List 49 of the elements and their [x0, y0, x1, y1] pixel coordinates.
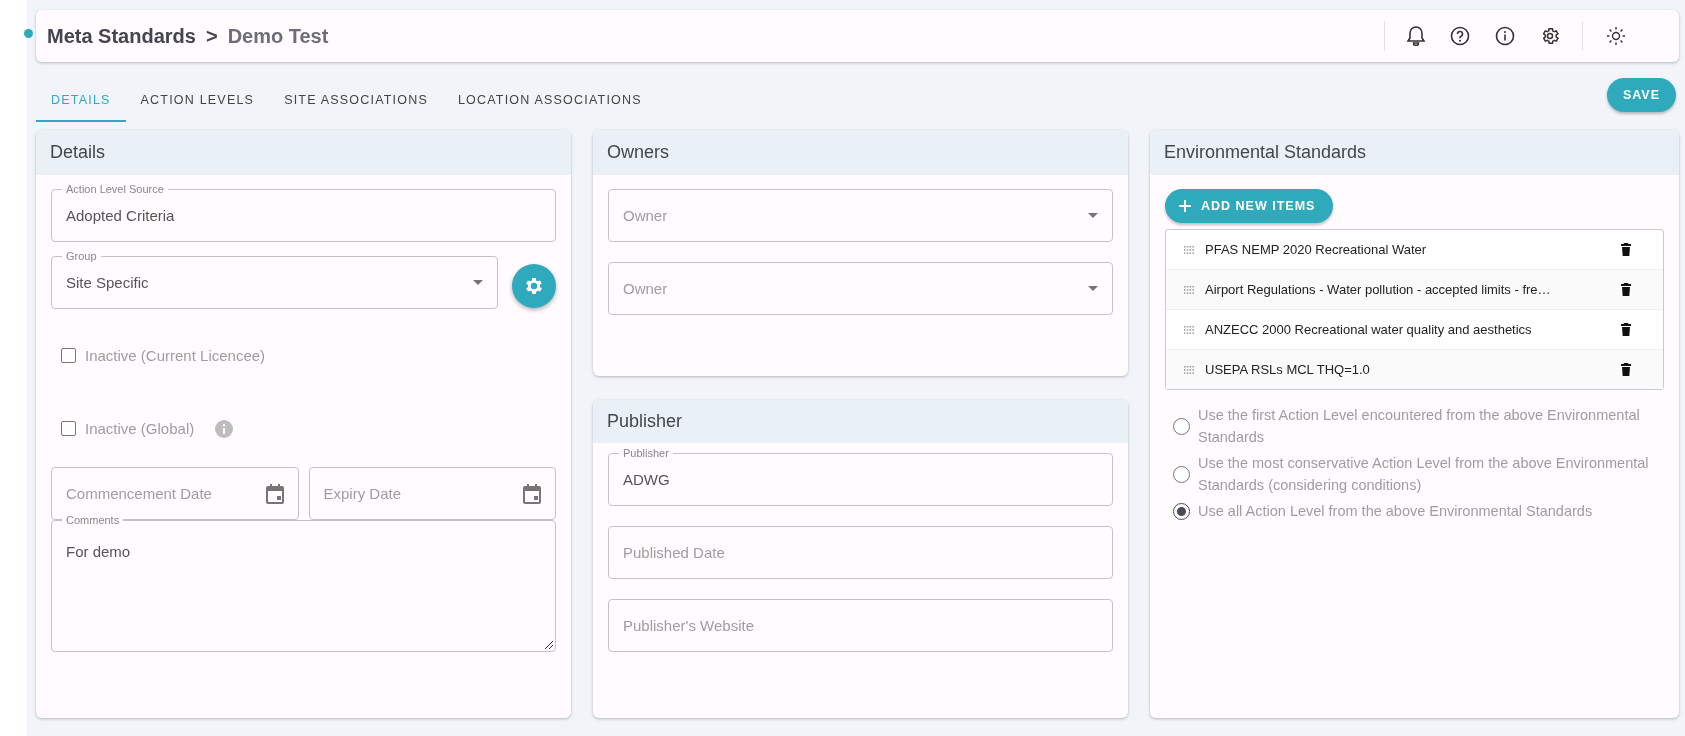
panel-title: Owners — [607, 142, 669, 163]
tab[interactable]: LOCATION ASSOCIATIONS — [442, 80, 657, 122]
item-label: Airport Regulations - Water pollution - accepted limits - fre… — [1205, 282, 1552, 297]
settings-button[interactable] — [512, 263, 556, 308]
brightness-icon[interactable] — [1607, 27, 1625, 45]
delete-icon[interactable] — [1621, 323, 1631, 336]
checkbox[interactable] — [61, 348, 76, 363]
breadcrumb-link[interactable]: Meta Standards — [47, 24, 196, 48]
info-icon[interactable] — [1495, 26, 1515, 46]
panel-title: Environmental Standards — [1164, 142, 1367, 163]
delete-icon[interactable] — [1621, 363, 1631, 376]
delete-icon[interactable] — [1621, 283, 1631, 296]
item-label: PFAS NEMP 2020 Recreational Water — [1205, 242, 1428, 257]
calendar-icon[interactable] — [523, 483, 541, 504]
tab[interactable]: ACTION LEVELS — [125, 80, 270, 122]
delete-icon[interactable] — [1621, 243, 1631, 256]
checkbox[interactable] — [61, 421, 76, 436]
drag-handle-icon[interactable] — [1184, 245, 1194, 254]
panel-title: Details — [50, 142, 106, 163]
breadcrumb-separator: > — [205, 24, 218, 48]
list-item[interactable]: Airport Regulations - Water pollution - accepted limits - fre… — [1166, 269, 1663, 309]
drag-handle-icon[interactable] — [1184, 365, 1194, 374]
drag-handle-icon[interactable] — [1184, 285, 1194, 294]
page-title: Demo Test — [227, 24, 329, 48]
calendar-icon[interactable] — [265, 483, 284, 504]
drag-handle-icon[interactable] — [1184, 325, 1194, 334]
radio-button[interactable] — [1173, 417, 1190, 435]
radio-label: Use all Action Level from the above Environmental Standards — [1198, 502, 1593, 521]
notifications-icon[interactable] — [1407, 26, 1425, 46]
checkbox-label: Inactive (Current Licencee) — [85, 347, 266, 364]
plus-icon — [1179, 200, 1191, 212]
settings-icon[interactable] — [1540, 26, 1560, 46]
sidebar-toggle[interactable] — [24, 29, 33, 38]
tab[interactable]: SITE ASSOCIATIONS — [269, 80, 443, 122]
checkbox-label: Inactive (Global) — [85, 420, 195, 437]
caret-icon — [1088, 213, 1098, 218]
caret-icon — [473, 280, 483, 285]
radio-label: Use the most conservative Action Level from the above Environmental Standards (considering conditions) — [1198, 454, 1650, 495]
help-icon[interactable] — [1450, 26, 1470, 46]
radio-button[interactable] — [1173, 465, 1190, 483]
radio-button[interactable] — [1173, 502, 1190, 520]
list-item[interactable]: PFAS NEMP 2020 Recreational Water — [1166, 230, 1663, 269]
list-item[interactable]: USEPA RSLs MCL THQ=1.0 — [1166, 349, 1663, 389]
item-label: ANZECC 2000 Recreational water quality and aesthetics — [1205, 322, 1533, 337]
radio-label: Use the first Action Level encountered from the above Environmental Standards — [1198, 406, 1641, 447]
panel-title: Publisher — [607, 411, 683, 432]
caret-icon — [1088, 286, 1098, 291]
item-label: USEPA RSLs MCL THQ=1.0 — [1205, 362, 1371, 377]
resize-handle-icon[interactable] — [544, 640, 553, 649]
